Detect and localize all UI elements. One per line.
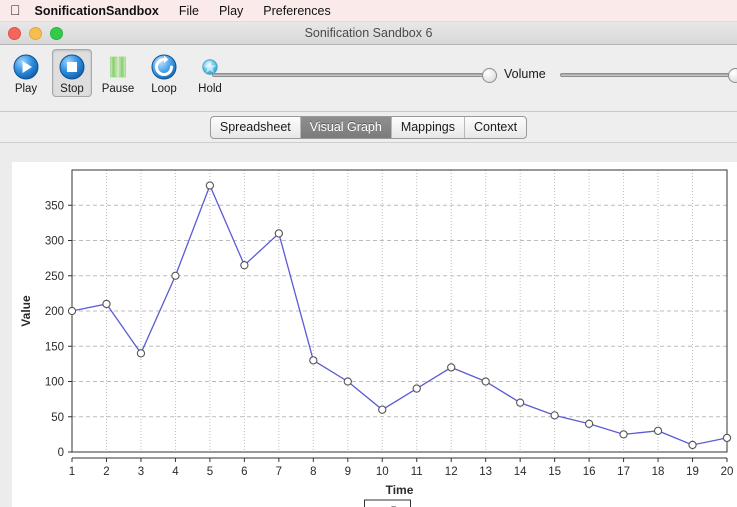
data-point[interactable] <box>481 377 490 386</box>
close-button[interactable] <box>8 26 21 40</box>
window-title: Sonification Sandbox 6 <box>304 26 433 40</box>
visual-graph-panel: 0 50 100 150 200 250 300 350 1 2 3 4 5 6 7 8 9 10 11 12 13 1… <box>12 162 737 507</box>
data-point[interactable] <box>171 271 180 280</box>
data-point[interactable] <box>688 440 697 450</box>
x-tick-label: 20 <box>721 466 734 478</box>
y-tick-label: 50 <box>51 412 64 424</box>
y-axis-ticks: 0 50 100 150 200 250 300 350 <box>45 200 72 459</box>
data-point[interactable] <box>343 377 352 386</box>
system-menu-bar:  SonificationSandbox File Play Preferen… <box>0 0 737 22</box>
y-tick-label: 200 <box>45 306 64 318</box>
stop-button-label: Stop <box>60 83 84 95</box>
tab-spreadsheet[interactable]: Spreadsheet <box>211 116 301 138</box>
window-controls <box>0 26 63 40</box>
x-tick-label: 19 <box>686 466 699 478</box>
data-point[interactable] <box>584 419 594 428</box>
tempo-slider[interactable] <box>212 65 497 85</box>
x-axis-title: Time <box>386 483 414 497</box>
volume-slider-track <box>560 73 737 77</box>
data-point[interactable] <box>378 405 387 414</box>
application-window: Sonification Sandbox 6 Play Stop Pause L… <box>0 22 737 507</box>
play-icon <box>13 54 39 80</box>
data-point[interactable] <box>205 181 215 190</box>
minimize-button[interactable] <box>29 26 42 40</box>
data-point[interactable] <box>412 384 421 393</box>
x-tick-label: 15 <box>548 466 561 478</box>
maximize-button[interactable] <box>50 26 63 40</box>
data-point[interactable] <box>516 398 525 407</box>
x-tick-label: 16 <box>583 466 596 478</box>
y-tick-label: 150 <box>45 341 64 353</box>
loop-icon <box>151 54 177 80</box>
x-tick-label: 7 <box>276 466 282 478</box>
data-point[interactable] <box>136 349 146 358</box>
loop-button-label: Loop <box>151 83 177 95</box>
x-tick-label: 12 <box>445 466 458 478</box>
data-point[interactable] <box>447 363 456 372</box>
tempo-slider-knob[interactable] <box>482 67 497 83</box>
x-tick-label: 14 <box>514 466 527 478</box>
y-tick-label: 100 <box>45 377 64 389</box>
tab-mappings[interactable]: Mappings <box>392 116 466 138</box>
data-point[interactable] <box>102 299 111 309</box>
chart-series[interactable] <box>67 181 732 450</box>
data-point[interactable] <box>240 261 249 270</box>
menu-item-play[interactable]: Play <box>219 4 243 18</box>
x-tick-label: 11 <box>411 466 423 478</box>
x-tick-label: 4 <box>172 466 179 478</box>
volume-slider-knob[interactable] <box>728 67 737 83</box>
x-tick-label: 18 <box>652 466 665 478</box>
data-point[interactable] <box>619 430 628 439</box>
menu-item-file[interactable]: File <box>179 4 199 18</box>
x-tick-label: 9 <box>345 466 351 478</box>
data-point[interactable] <box>550 411 559 420</box>
menu-item-preferences[interactable]: Preferences <box>263 4 330 18</box>
x-tick-label: 10 <box>376 466 389 478</box>
menu-app-name[interactable]: SonificationSandbox <box>35 4 159 18</box>
data-point[interactable] <box>653 426 663 435</box>
volume-label: Volume <box>504 67 546 81</box>
pause-icon <box>110 56 126 78</box>
legend-box <box>364 499 411 507</box>
x-tick-label: 13 <box>479 466 492 478</box>
tab-visual-graph[interactable]: Visual Graph <box>300 116 392 138</box>
data-point[interactable] <box>274 229 283 238</box>
x-tick-label: 8 <box>310 466 316 478</box>
y-tick-label: 0 <box>58 447 64 459</box>
chart-legend: B <box>364 499 411 507</box>
tempo-slider-track <box>212 73 497 77</box>
apple-icon[interactable]:  <box>10 3 21 17</box>
chart-axis-titles: Time Value <box>19 295 414 497</box>
chart-gridlines <box>71 170 728 452</box>
play-button-label: Play <box>14 83 38 95</box>
stop-button[interactable]: Stop <box>52 49 92 97</box>
x-tick-label: 1 <box>69 466 75 478</box>
x-tick-label: 3 <box>138 466 144 478</box>
line-chart[interactable]: 050100150200250300350 1 2 3 4 5 6 7 8 9 10 11 12 13 1… <box>12 162 737 507</box>
data-point[interactable] <box>722 433 732 443</box>
window-title-bar: Sonification Sandbox 6 <box>0 22 737 45</box>
tab-bar: Spreadsheet Visual Graph Mappings Contex… <box>0 112 737 143</box>
y-tick-label: 350 <box>45 200 64 212</box>
series-line-B[interactable] <box>71 183 728 446</box>
toolbar: Play Stop Pause Loop Hold Volume <box>0 45 737 112</box>
volume-slider[interactable] <box>560 65 737 85</box>
y-tick-label: 300 <box>45 236 64 248</box>
data-point[interactable] <box>309 356 318 365</box>
pause-button-label: Pause <box>101 83 135 95</box>
pause-button[interactable]: Pause <box>98 49 138 97</box>
loop-button[interactable]: Loop <box>144 49 184 97</box>
x-tick-label: 2 <box>103 466 109 478</box>
tab-group: Spreadsheet Visual Graph Mappings Contex… <box>209 115 528 139</box>
x-tick-label: 5 <box>207 466 213 478</box>
tab-context[interactable]: Context <box>465 117 526 138</box>
play-button[interactable]: Play <box>6 49 46 97</box>
y-tick-label: 250 <box>45 271 64 283</box>
x-tick-label: 6 <box>241 466 247 478</box>
stop-icon <box>59 54 85 80</box>
y-axis-title: Value <box>19 295 33 327</box>
x-axis-ticks: 1 2 3 4 5 6 7 8 9 10 11 12 13 14 15 16 17 18 19 20 <box>69 457 734 478</box>
x-tick-label: 17 <box>617 466 630 478</box>
data-point[interactable] <box>67 306 77 316</box>
